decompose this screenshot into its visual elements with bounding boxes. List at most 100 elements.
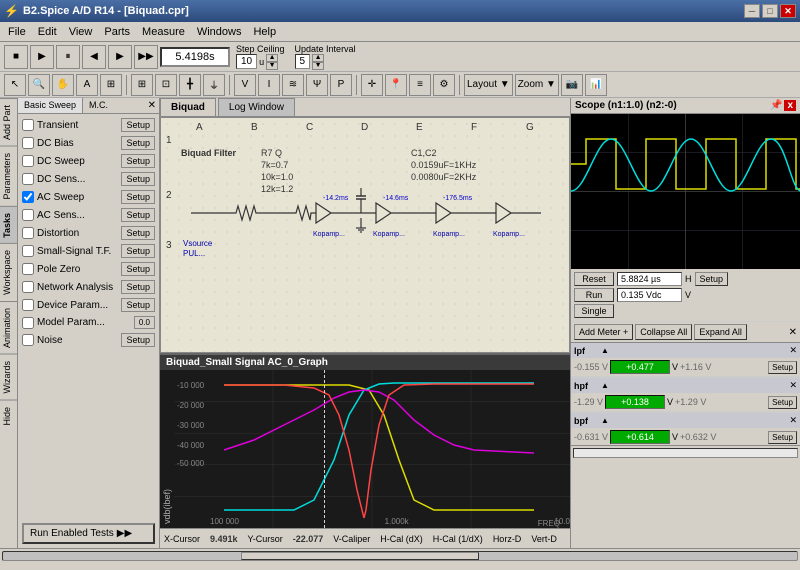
h-scrollbar-track[interactable]: [2, 551, 798, 561]
basic-sweep-tab[interactable]: Basic Sweep: [18, 98, 83, 113]
polezero-setup[interactable]: Setup: [121, 262, 155, 276]
noise-checkbox[interactable]: [22, 334, 34, 346]
ground-btn[interactable]: ⏚: [203, 74, 225, 96]
menu-help[interactable]: Help: [247, 24, 282, 40]
tab-tasks[interactable]: Tasks: [0, 206, 17, 244]
step-value[interactable]: 10: [236, 54, 257, 69]
tab-workspace[interactable]: Workspace: [0, 243, 17, 301]
distortion-checkbox[interactable]: [22, 227, 34, 239]
noise-setup[interactable]: Setup: [121, 333, 155, 347]
dcsens-setup[interactable]: Setup: [121, 172, 155, 186]
stop-button[interactable]: ■: [4, 45, 28, 69]
mc-tab[interactable]: M.C.: [83, 98, 114, 113]
scope-setup-button[interactable]: Setup: [695, 272, 729, 286]
tab-add-part[interactable]: Add Part: [0, 98, 17, 146]
graph-canvas-area[interactable]: vdb(ibef) -10 000 -20 000 -30 000 -40 00…: [160, 370, 570, 528]
hand-tool[interactable]: ✋: [52, 74, 74, 96]
dcbias-setup[interactable]: Setup: [121, 136, 155, 150]
polezero-checkbox[interactable]: [22, 263, 34, 275]
pause-button[interactable]: ⏸: [56, 45, 80, 69]
right-scroll-area[interactable]: [571, 445, 800, 548]
wire-btn[interactable]: ╋: [179, 74, 201, 96]
grid-btn[interactable]: ⊞: [131, 74, 153, 96]
run-enabled-tests-button[interactable]: Run Enabled Tests ▶▶: [22, 523, 155, 544]
component-btn[interactable]: ⊡: [155, 74, 177, 96]
tab-animation[interactable]: Animation: [0, 301, 17, 354]
text-tool[interactable]: A: [76, 74, 98, 96]
bpf-close[interactable]: ✕: [789, 415, 797, 426]
scope-display[interactable]: [571, 114, 800, 269]
right-scrollbar[interactable]: [573, 448, 798, 458]
tab-wizards[interactable]: Wizards: [0, 354, 17, 400]
volt-btn[interactable]: V: [234, 74, 256, 96]
menu-view[interactable]: View: [63, 24, 99, 40]
acsens-checkbox[interactable]: [22, 209, 34, 221]
modelparam-checkbox[interactable]: [22, 317, 34, 329]
menu-parts[interactable]: Parts: [98, 24, 136, 40]
next-button[interactable]: ▶: [108, 45, 132, 69]
ref-btn[interactable]: Ψ: [306, 74, 328, 96]
menu-file[interactable]: File: [2, 24, 32, 40]
layout-btn[interactable]: Layout ▼: [464, 74, 513, 96]
step-up[interactable]: ▲: [266, 54, 278, 62]
transient-setup[interactable]: Setup: [121, 118, 155, 132]
bus-btn[interactable]: ≡: [409, 74, 431, 96]
param-btn[interactable]: ⚙: [433, 74, 455, 96]
menu-windows[interactable]: Windows: [191, 24, 248, 40]
reset-button[interactable]: Reset: [574, 272, 614, 286]
modelparam-setup[interactable]: 0.0: [134, 316, 155, 329]
single-button[interactable]: Single: [574, 304, 614, 318]
meters-close-btn[interactable]: ✕: [789, 327, 797, 338]
maximize-button[interactable]: □: [762, 4, 778, 18]
deviceparam-setup[interactable]: Setup: [121, 298, 155, 312]
dcbias-checkbox[interactable]: [22, 137, 34, 149]
tab-hide[interactable]: Hide: [0, 400, 17, 432]
hpf-setup-btn[interactable]: Setup: [768, 396, 797, 409]
fast-forward[interactable]: ▶▶: [134, 45, 158, 69]
step-down[interactable]: ▼: [266, 62, 278, 70]
close-button[interactable]: ✕: [780, 4, 796, 18]
update-down[interactable]: ▼: [312, 62, 324, 70]
marker-btn[interactable]: ✛: [361, 74, 383, 96]
minimize-button[interactable]: ─: [744, 4, 760, 18]
play-button[interactable]: ▶: [30, 45, 54, 69]
collapse-all-button[interactable]: Collapse All: [635, 324, 692, 340]
update-value[interactable]: 5: [295, 54, 311, 69]
freq-btn[interactable]: ≋: [282, 74, 304, 96]
sstf-checkbox[interactable]: [22, 245, 34, 257]
acsens-setup[interactable]: Setup: [121, 208, 155, 222]
bpf-setup-btn[interactable]: Setup: [768, 431, 797, 444]
tab-parameters[interactable]: Parameters: [0, 146, 17, 206]
cursor-tool[interactable]: ↖: [4, 74, 26, 96]
dcsweep-setup[interactable]: Setup: [121, 154, 155, 168]
lpf-close[interactable]: ✕: [789, 345, 797, 356]
prev-button[interactable]: ◀: [82, 45, 106, 69]
select-tool[interactable]: ⊞: [100, 74, 122, 96]
acsweep-setup[interactable]: Setup: [121, 190, 155, 204]
report-btn[interactable]: 📊: [585, 74, 607, 96]
current-btn[interactable]: I: [258, 74, 280, 96]
network-setup[interactable]: Setup: [121, 280, 155, 294]
expand-all-button[interactable]: Expand All: [694, 324, 747, 340]
hpf-close[interactable]: ✕: [789, 380, 797, 391]
log-window-tab[interactable]: Log Window: [218, 98, 295, 116]
sstf-setup[interactable]: Setup: [121, 244, 155, 258]
schematic-area[interactable]: 1 2 3 A B C D E F G Biquad Filter R7 Q 7…: [160, 117, 570, 353]
pin-btn[interactable]: 📍: [385, 74, 407, 96]
run-button[interactable]: Run: [574, 288, 614, 302]
menu-measure[interactable]: Measure: [136, 24, 191, 40]
biquad-tab[interactable]: Biquad: [160, 98, 216, 116]
lpf-setup-btn[interactable]: Setup: [768, 361, 797, 374]
zoom-btn[interactable]: Zoom ▼: [515, 74, 559, 96]
distortion-setup[interactable]: Setup: [121, 226, 155, 240]
scope-time-input2[interactable]: [617, 288, 682, 302]
probe-btn[interactable]: P: [330, 74, 352, 96]
screenshot-btn[interactable]: 📷: [561, 74, 583, 96]
acsweep-checkbox[interactable]: [22, 191, 34, 203]
panel-close-btn[interactable]: ✕: [145, 98, 159, 113]
deviceparam-checkbox[interactable]: [22, 299, 34, 311]
h-scrollbar-thumb[interactable]: [241, 552, 479, 560]
update-up[interactable]: ▲: [312, 54, 324, 62]
transient-checkbox[interactable]: [22, 119, 34, 131]
menu-edit[interactable]: Edit: [32, 24, 63, 40]
